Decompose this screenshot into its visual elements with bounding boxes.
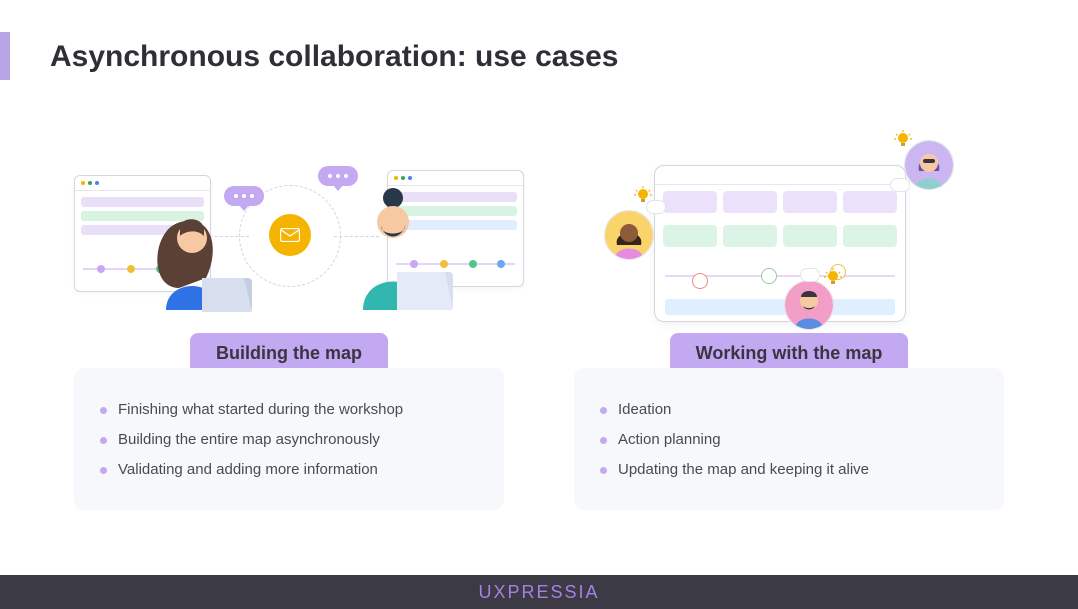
content-row: Building the map Finishing what started … — [0, 150, 1078, 510]
avatar-woman-icon — [604, 210, 654, 260]
list-item: Validating and adding more information — [100, 458, 478, 482]
person-man-icon — [349, 180, 469, 315]
person-woman-icon — [144, 190, 254, 315]
footer-bar: UXPRESSIA — [0, 575, 1078, 609]
accent-bar — [0, 32, 10, 80]
column-working: Working with the map Ideation Action pla… — [574, 150, 1004, 510]
thought-bubble-icon — [800, 268, 820, 282]
lightbulb-icon — [824, 268, 842, 286]
journey-map-window — [654, 165, 906, 322]
lightbulb-icon — [634, 186, 652, 204]
panel-body-working: Ideation Action planning Updating the ma… — [574, 368, 1004, 510]
list-item: Building the entire map asynchronously — [100, 428, 478, 452]
slide: Asynchronous collaboration: use cases — [0, 0, 1078, 609]
list-item: Action planning — [600, 428, 978, 452]
avatar-man-icon — [784, 280, 834, 330]
thought-bubble-icon — [890, 178, 910, 192]
illustration-building — [74, 150, 504, 315]
list-item: Updating the map and keeping it alive — [600, 458, 978, 482]
envelope-icon — [269, 214, 311, 256]
column-building: Building the map Finishing what started … — [74, 150, 504, 510]
panel-body-building: Finishing what started during the worksh… — [74, 368, 504, 510]
lightbulb-icon — [894, 130, 912, 148]
slide-title: Asynchronous collaboration: use cases — [50, 40, 619, 74]
brand-logo: UXPRESSIA — [478, 582, 599, 603]
illustration-working — [574, 150, 1004, 315]
list-item: Ideation — [600, 398, 978, 422]
list-item: Finishing what started during the worksh… — [100, 398, 478, 422]
